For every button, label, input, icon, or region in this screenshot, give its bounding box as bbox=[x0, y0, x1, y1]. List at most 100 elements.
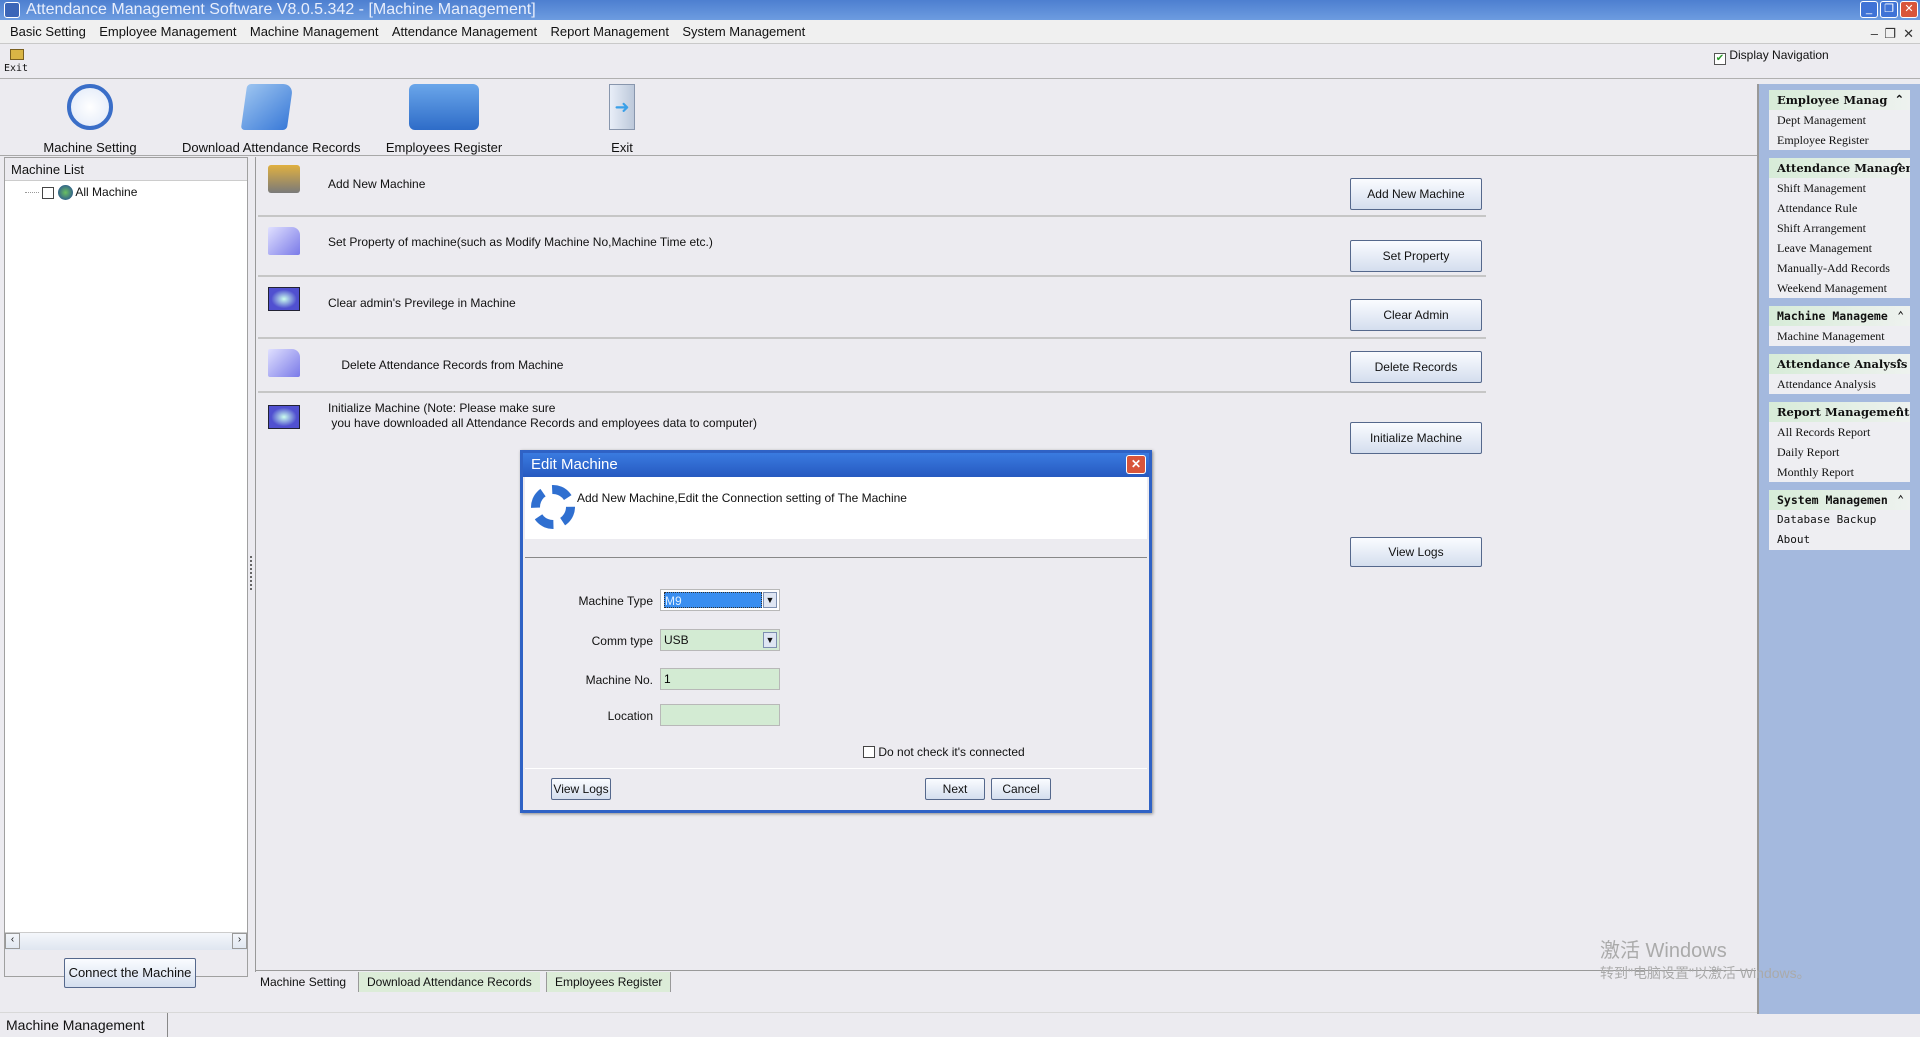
close-button[interactable]: ✕ bbox=[1900, 1, 1918, 18]
mdi-restore-button[interactable]: ❐ bbox=[1884, 22, 1896, 46]
nav-item-monthly-report[interactable]: Monthly Report bbox=[1769, 462, 1910, 482]
collapse-chevron-icon[interactable]: ⌃ bbox=[1897, 490, 1904, 510]
tree-item-all-machine[interactable]: All Machine bbox=[5, 181, 247, 203]
tab-machine-setting[interactable]: Machine Setting bbox=[252, 972, 355, 992]
comm-type-value: USB bbox=[664, 633, 689, 647]
machine-type-select[interactable]: M9 ▼ bbox=[660, 589, 780, 611]
menu-employee-management[interactable]: Employee Management bbox=[99, 20, 236, 44]
menu-machine-management[interactable]: Machine Management bbox=[250, 20, 379, 44]
toolbar-exit[interactable]: ➜ Exit bbox=[592, 84, 652, 155]
app-icon bbox=[4, 2, 20, 18]
nav-item-shift-arrangement[interactable]: Shift Arrangement bbox=[1769, 218, 1910, 238]
checkbox-unchecked-icon bbox=[863, 746, 875, 758]
nav-item-shift-management[interactable]: Shift Management bbox=[1769, 178, 1910, 198]
set-property-button[interactable]: Set Property bbox=[1350, 240, 1482, 272]
toolbar-machine-setting[interactable]: Machine Setting bbox=[40, 84, 140, 155]
collapse-chevron-icon[interactable]: ⌃ bbox=[1895, 402, 1904, 422]
globe-icon bbox=[57, 185, 73, 201]
mdi-minimize-button[interactable]: – bbox=[1871, 22, 1878, 46]
edit-machine-dialog: Edit Machine ✕ Add New Machine,Edit the … bbox=[520, 450, 1152, 813]
status-bar: Machine Management bbox=[0, 1012, 1757, 1037]
view-logs-button[interactable]: View Logs bbox=[1350, 537, 1482, 567]
collapse-chevron-icon[interactable]: ⌃ bbox=[1897, 306, 1904, 326]
status-tab-machine-management[interactable]: Machine Management bbox=[0, 1013, 168, 1037]
nav-group-header[interactable]: System Managemen ⌃ bbox=[1769, 490, 1910, 510]
toolbar-employees-register[interactable]: Employees Register bbox=[384, 84, 504, 155]
nav-item-database-backup[interactable]: Database Backup bbox=[1769, 510, 1910, 530]
collapse-chevron-icon[interactable]: ⌃ bbox=[1895, 354, 1904, 374]
nav-item-leave-management[interactable]: Leave Management bbox=[1769, 238, 1910, 258]
nav-item-about[interactable]: About bbox=[1769, 530, 1910, 550]
toolbar-label: Exit bbox=[611, 140, 633, 155]
dropdown-arrow-icon[interactable]: ▼ bbox=[763, 592, 777, 608]
splitter-handle[interactable] bbox=[250, 556, 253, 590]
folder-icon bbox=[268, 349, 300, 377]
dialog-close-button[interactable]: ✕ bbox=[1126, 455, 1146, 474]
add-new-machine-button[interactable]: Add New Machine bbox=[1350, 178, 1482, 210]
menu-basic-setting[interactable]: Basic Setting bbox=[10, 20, 86, 44]
scroll-right-arrow[interactable]: › bbox=[232, 933, 247, 949]
nav-group-header[interactable]: Attendance Analysis ⌃ bbox=[1769, 354, 1910, 374]
window-title: Attendance Management Software V8.0.5.34… bbox=[26, 1, 536, 18]
dialog-title: Edit Machine bbox=[523, 453, 1149, 477]
location-input[interactable] bbox=[660, 704, 780, 726]
mdi-close-button[interactable]: ✕ bbox=[1903, 22, 1914, 46]
dropdown-arrow-icon[interactable]: ▼ bbox=[763, 632, 777, 648]
nav-group-system: System Managemen ⌃ Database Backup About bbox=[1769, 490, 1910, 550]
menu-system-management[interactable]: System Management bbox=[682, 20, 805, 44]
action-row-clear-admin: Clear admin's Previlege in Machine bbox=[258, 279, 1486, 339]
folder-icon bbox=[268, 227, 300, 255]
nav-group-machine: Machine Manageme ⌃ Machine Management bbox=[1769, 306, 1910, 346]
toolbar-label: Employees Register bbox=[385, 140, 503, 155]
minimize-button[interactable]: _ bbox=[1860, 1, 1878, 18]
tab-download-attendance-records[interactable]: Download Attendance Records bbox=[358, 972, 540, 992]
collapse-chevron-icon[interactable]: ⌃ bbox=[1895, 158, 1904, 178]
collapse-chevron-icon[interactable]: ⌃ bbox=[1895, 90, 1904, 110]
cancel-button[interactable]: Cancel bbox=[991, 778, 1051, 800]
nav-item-dept-management[interactable]: Dept Management bbox=[1769, 110, 1910, 130]
toolbar-download-attendance-records[interactable]: Download Attendance Records bbox=[182, 84, 361, 155]
nav-group-header[interactable]: Employee Manag ⌃ bbox=[1769, 90, 1910, 110]
comm-type-select[interactable]: USB ▼ bbox=[660, 629, 780, 651]
tree-item-label: All Machine bbox=[75, 185, 138, 199]
next-button[interactable]: Next bbox=[925, 778, 985, 800]
restore-button[interactable]: ❐ bbox=[1880, 1, 1898, 18]
tab-employees-register[interactable]: Employees Register bbox=[546, 972, 672, 992]
action-description: Set Property of machine(such as Modify M… bbox=[328, 235, 713, 249]
gear-icon bbox=[531, 485, 575, 529]
clear-admin-button[interactable]: Clear Admin bbox=[1350, 299, 1482, 331]
dialog-view-logs-button[interactable]: View Logs bbox=[551, 778, 611, 800]
nav-item-daily-report[interactable]: Daily Report bbox=[1769, 442, 1910, 462]
nav-item-attendance-analysis[interactable]: Attendance Analysis bbox=[1769, 374, 1910, 394]
nav-item-all-records-report[interactable]: All Records Report bbox=[1769, 422, 1910, 442]
machine-type-value: M9 bbox=[664, 592, 762, 608]
tree-checkbox[interactable] bbox=[42, 186, 55, 199]
machine-icon bbox=[268, 165, 300, 193]
initialize-machine-button[interactable]: Initialize Machine bbox=[1350, 422, 1482, 454]
clock-icon bbox=[67, 84, 113, 130]
nav-group-header[interactable]: Report Management ⌃ bbox=[1769, 402, 1910, 422]
delete-records-button[interactable]: Delete Records bbox=[1350, 351, 1482, 383]
nav-item-manually-add-records[interactable]: Manually-Add Records bbox=[1769, 258, 1910, 278]
nav-group-header[interactable]: Attendance Managem ⌃ bbox=[1769, 158, 1910, 178]
horizontal-scrollbar[interactable]: ‹ › bbox=[5, 932, 247, 950]
nav-group-attendance: Attendance Managem ⌃ Shift Management Att… bbox=[1769, 158, 1910, 298]
nav-item-attendance-rule[interactable]: Attendance Rule bbox=[1769, 198, 1910, 218]
do-not-check-connected-checkbox[interactable]: Do not check it's connected bbox=[863, 745, 1025, 759]
nav-group-header[interactable]: Machine Manageme ⌃ bbox=[1769, 306, 1910, 326]
machine-no-label: Machine No. bbox=[585, 673, 653, 687]
scroll-left-arrow[interactable]: ‹ bbox=[5, 933, 20, 949]
action-row-set-property: Set Property of machine(such as Modify M… bbox=[258, 219, 1486, 277]
nav-item-employee-register[interactable]: Employee Register bbox=[1769, 130, 1910, 150]
nav-item-weekend-management[interactable]: Weekend Management bbox=[1769, 278, 1910, 298]
folder-icon bbox=[240, 84, 294, 130]
machine-type-label: Machine Type bbox=[578, 594, 654, 608]
menu-attendance-management[interactable]: Attendance Management bbox=[392, 20, 537, 44]
machine-list-header: Machine List bbox=[5, 158, 247, 181]
exit-small-label: Exit bbox=[4, 63, 29, 74]
connect-machine-button[interactable]: Connect the Machine bbox=[64, 958, 196, 988]
nav-item-machine-management[interactable]: Machine Management bbox=[1769, 326, 1910, 346]
display-navigation-checkbox[interactable]: ✔ Display Navigation bbox=[1714, 48, 1829, 65]
machine-no-input[interactable] bbox=[660, 668, 780, 690]
menu-report-management[interactable]: Report Management bbox=[550, 20, 669, 44]
